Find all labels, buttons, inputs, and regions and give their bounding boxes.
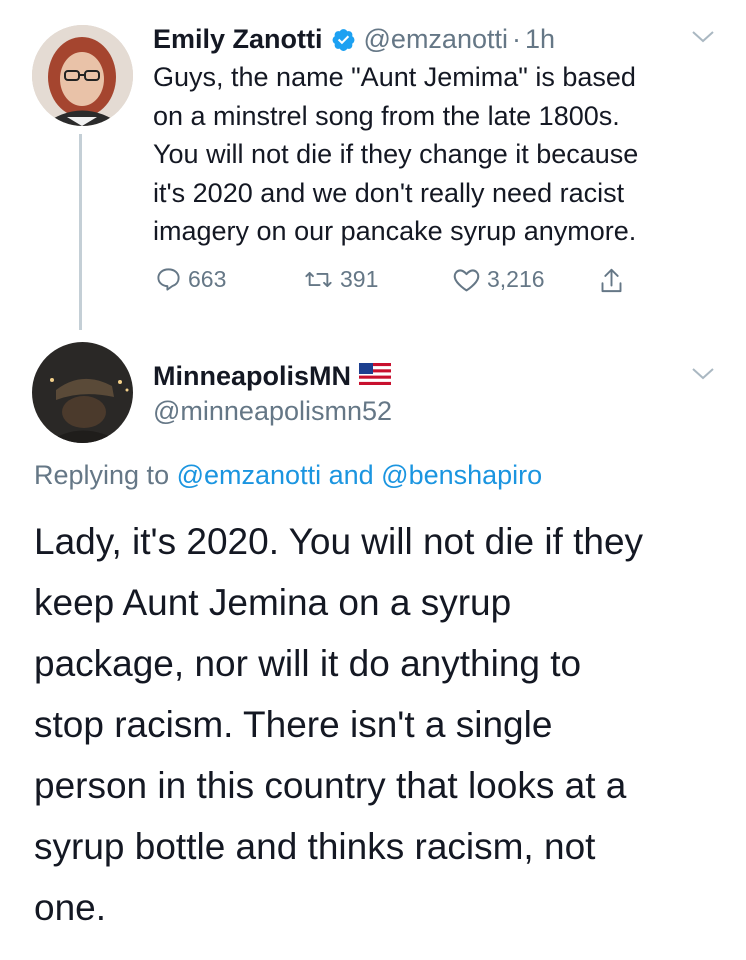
tweet1-author-name[interactable]: Emily Zanotti [153,24,323,55]
tweet2-line: package, nor will it do anything to [34,643,582,684]
share-button[interactable] [598,266,631,296]
tweet2-line: stop racism. There isn't a single [34,704,553,745]
tweet2-header: MinneapolisMN [153,361,392,392]
retweet-icon [305,271,332,288]
emily-zanotti-avatar[interactable] [32,25,133,126]
tweet2-author-name[interactable]: MinneapolisMN [153,361,351,392]
reply-icon [157,268,180,291]
mention-emzanotti[interactable]: @emzanotti [177,460,321,490]
retweet-count: 391 [340,266,379,292]
mention-benshapiro[interactable]: @benshapiro [381,460,542,490]
retweet-button[interactable]: 391 [303,266,378,293]
thread-connector-line [79,134,82,330]
tweet1-line: it's 2020 and we don't really need racis… [153,177,625,208]
tweet1-chevron-down-icon[interactable] [690,28,716,51]
tweet2-line: Lady, it's 2020. You will not die if the… [34,521,644,562]
like-button[interactable]: 3,216 [452,266,545,293]
like-count: 3,216 [487,266,545,292]
tweet1-header: Emily Zanotti @emzanotti · 1h [153,24,555,55]
tweet1-separator: · [511,24,521,54]
heart-icon [453,269,480,292]
verified-badge-icon [331,27,356,52]
tweet1-timestamp[interactable]: 1h [525,24,555,55]
tweet1-line: on a minstrel song from the late 1800s. [153,100,620,131]
tweet1-line: You will not die if they change it becau… [153,139,639,169]
tweet2-line: keep Aunt Jemina on a syrup [34,582,512,623]
share-icon [601,268,622,293]
tweet2-chevron-down-icon[interactable] [690,365,716,388]
reply-count: 663 [188,266,227,292]
us-flag-icon [359,363,392,390]
tweet2-handle[interactable]: @minneapolismn52 [153,396,392,427]
tweet2-line: person in this country that looks at a [34,765,627,806]
mention-conjunction: and [328,460,374,490]
tweet1-line: Guys, the name "Aunt Jemima" is based [153,62,636,92]
tweet2-body: Lady, it's 2020. You will not die if the… [34,511,643,938]
tweet1-handle[interactable]: @emzanotti [364,24,508,55]
minneapolismn-avatar[interactable] [32,342,133,443]
tweet2-line: one. [34,887,107,928]
replying-to-line: Replying to @emzanotti and @benshapiro [34,460,542,491]
tweet1-line: imagery on our pancake syrup anymore. [153,216,637,246]
tweet2-line: syrup bottle and thinks racism, not [34,826,596,867]
replying-prefix: Replying to [34,460,170,490]
reply-button[interactable]: 663 [155,266,226,293]
tweet1-body: Guys, the name "Aunt Jemima" is based on… [153,58,638,251]
